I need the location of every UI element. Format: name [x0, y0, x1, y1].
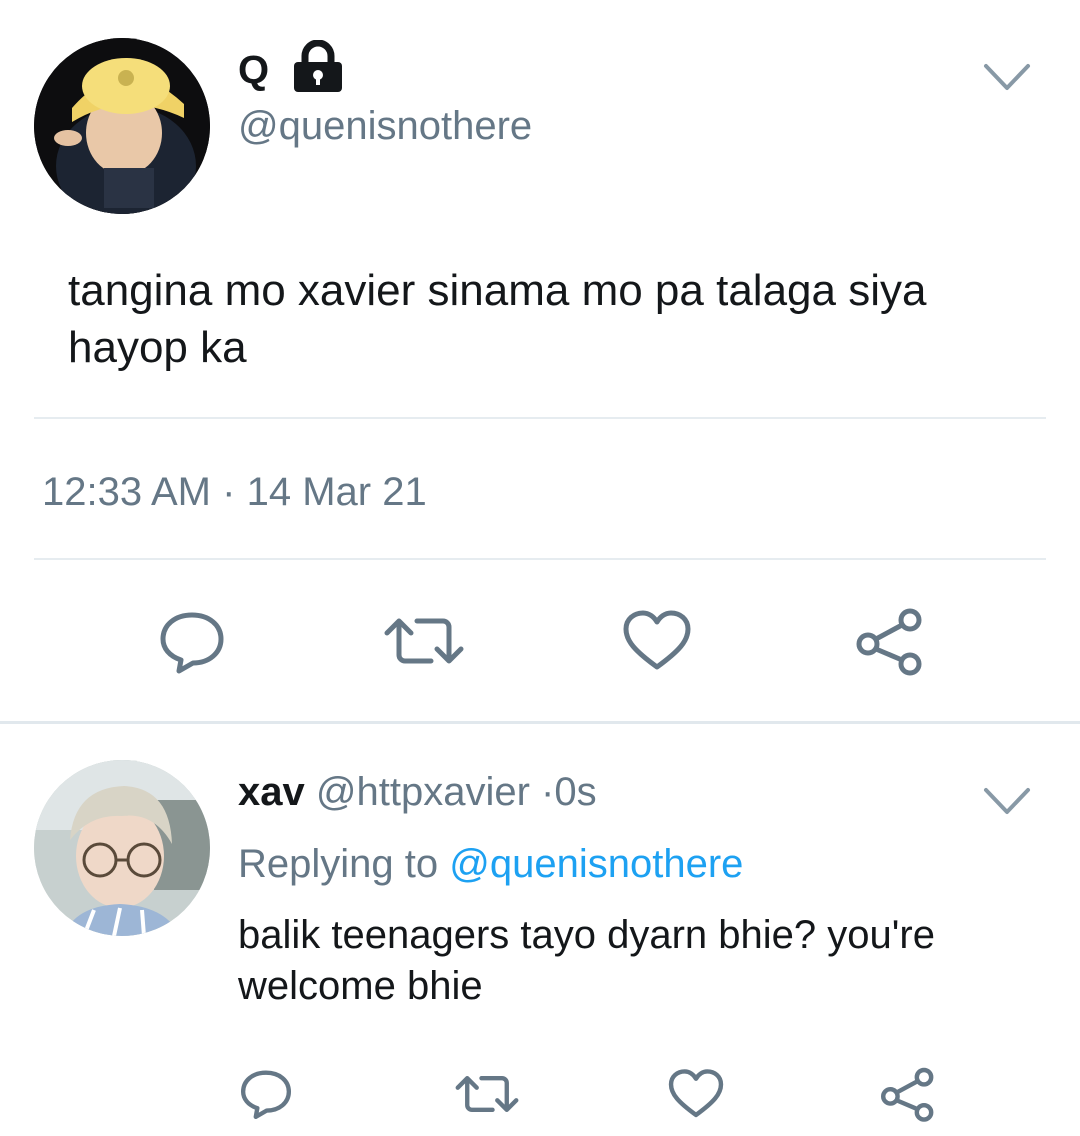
tweet-timestamp[interactable]: 12:33 AM · 14 Mar 21 [42, 468, 427, 516]
reply-retweet-button[interactable] [452, 1068, 522, 1120]
reply-share-button[interactable] [878, 1064, 938, 1124]
reply-reply-button[interactable] [236, 1066, 296, 1122]
reply-avatar-photo [34, 760, 210, 936]
reply-display-name[interactable]: xav [238, 770, 305, 814]
chevron-down-icon[interactable] [982, 786, 1032, 818]
share-icon [881, 1067, 934, 1122]
reply-button[interactable] [156, 606, 228, 678]
tweet-text: tangina mo xavier sinama mo pa talaga si… [68, 266, 927, 372]
divider [34, 558, 1046, 560]
chevron-down-icon[interactable] [982, 62, 1032, 94]
replying-to: Replying to @quenisnothere [238, 840, 743, 888]
divider [34, 417, 1046, 419]
lock-icon [294, 40, 342, 92]
reply-icon [240, 1070, 292, 1120]
avatar-photo [34, 38, 210, 214]
reply-like-button[interactable] [666, 1068, 726, 1120]
thread-divider [0, 721, 1080, 724]
reply-header: xav @httpxavier ·0s [238, 768, 597, 816]
display-name[interactable]: Q [238, 46, 269, 94]
heart-icon [668, 1069, 724, 1118]
replying-to-label: Replying to [238, 842, 439, 886]
reply-text: balik teenagers tayo dyarn bhie? you're … [238, 913, 935, 1008]
avatar[interactable] [34, 38, 210, 214]
share-button[interactable] [852, 604, 928, 678]
retweet-icon [384, 618, 464, 664]
like-button[interactable] [620, 608, 694, 674]
reply-user-handle[interactable]: @httpxavier [316, 770, 530, 814]
reply-separator: · [541, 770, 555, 814]
heart-icon [623, 610, 691, 670]
tweet-time: 12:33 AM [42, 470, 212, 514]
retweet-button[interactable] [380, 608, 468, 674]
reply-icon [160, 612, 224, 674]
replying-to-mention[interactable]: @quenisnothere [449, 842, 743, 886]
retweet-icon [455, 1076, 519, 1112]
timestamp-separator: · [222, 470, 236, 514]
tweet-date: 14 Mar 21 [246, 470, 427, 514]
reply-time: 0s [554, 770, 597, 814]
share-icon [856, 608, 922, 676]
tweet-thread: Q @quenisnothere tangina mo xavier sinam… [0, 0, 1080, 1136]
user-handle[interactable]: @quenisnothere [238, 102, 532, 150]
reply-avatar[interactable] [34, 760, 210, 936]
